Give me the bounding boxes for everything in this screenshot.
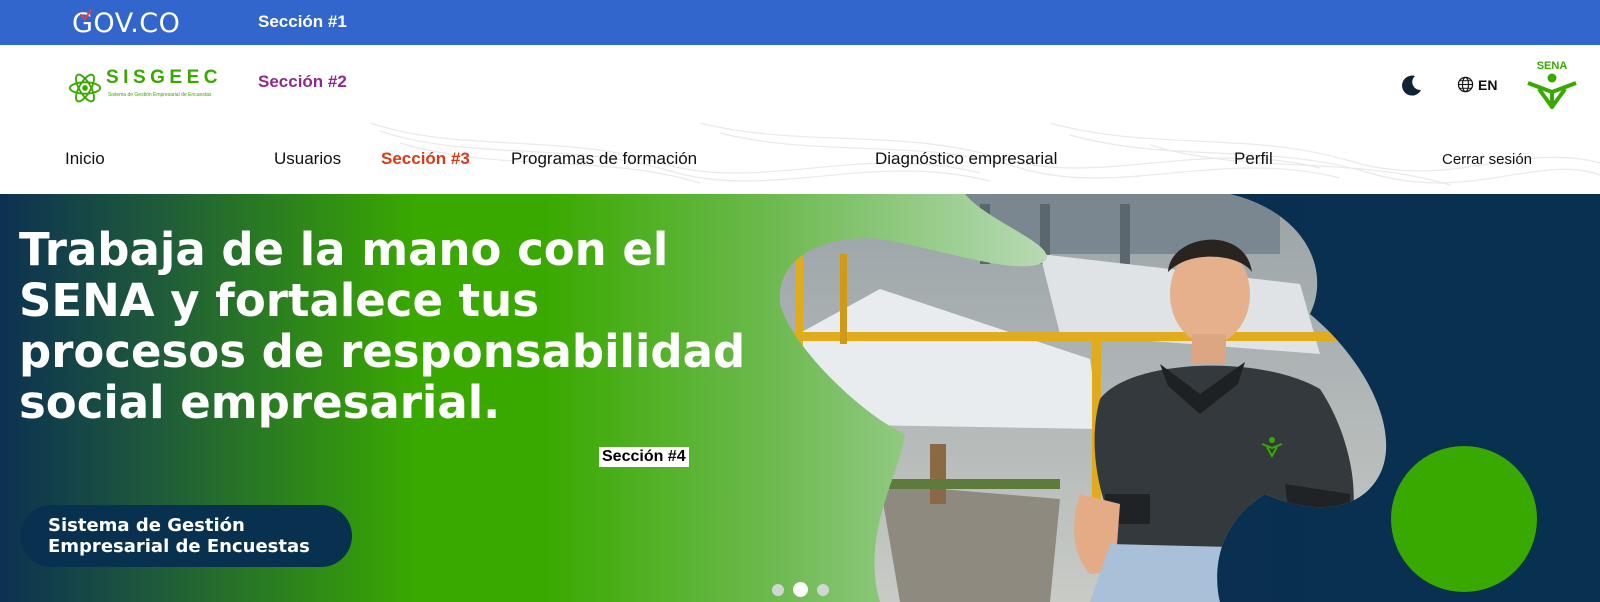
site-header: SISGEEC Sistema de Gestión Empresarial d… [0,45,1600,123]
hero-title: Trabaja de la mano con el SENA y fortale… [19,223,746,429]
hero-banner: Trabaja de la mano con el SENA y fortale… [0,194,1600,602]
carousel-dots [772,582,829,597]
carousel-dot-2[interactable] [793,582,808,597]
nav-item-programas[interactable]: Programas de formación [511,149,697,169]
sena-logo[interactable]: SENA [1525,59,1579,109]
atom-icon [68,73,102,103]
student-photo [779,194,1387,602]
nav-wave-pattern [369,123,1600,186]
pill-line-1: Sistema de Gestión [48,515,245,536]
svg-text:SENA: SENA [1537,60,1568,72]
section-1-label: Sección #1 [258,12,347,31]
govco-bar: GOV.CO Sección #1 [0,0,1600,45]
sisgeec-logo-title: SISGEEC [106,67,222,88]
sisgeec-logo-subtitle: Sistema de Gestión Empresarial de Encues… [108,92,212,98]
nav-item-perfil[interactable]: Perfil [1234,149,1273,169]
carousel-dot-1[interactable] [772,583,784,596]
sisgeec-logo[interactable]: SISGEEC Sistema de Gestión Empresarial d… [68,67,218,107]
section-2-label: Sección #2 [258,72,347,91]
main-nav: Inicio Usuarios Sección #3 Programas de … [0,123,1600,194]
nav-item-usuarios[interactable]: Usuarios [274,149,341,169]
language-toggle[interactable]: EN [1457,76,1497,93]
nav-item-diagnostico[interactable]: Diagnóstico empresarial [875,149,1057,169]
pill-line-2: Empresarial de Encuestas [48,536,310,557]
system-name-pill[interactable]: Sistema de Gestión Empresarial de Encues… [20,505,352,567]
decor-green-circle [1391,446,1537,592]
nav-item-cerrar-sesion[interactable]: Cerrar sesión [1442,151,1532,168]
govco-logo[interactable]: GOV.CO [72,6,180,40]
govco-check-icon [80,9,92,21]
moon-icon[interactable] [1400,73,1424,97]
carousel-dot-3[interactable] [817,583,829,596]
nav-item-inicio[interactable]: Inicio [65,149,105,169]
globe-icon [1457,76,1474,93]
nav-item-section-3[interactable]: Sección #3 [381,149,470,169]
language-label: EN [1478,76,1498,93]
section-4-label: Sección #4 [599,447,689,467]
